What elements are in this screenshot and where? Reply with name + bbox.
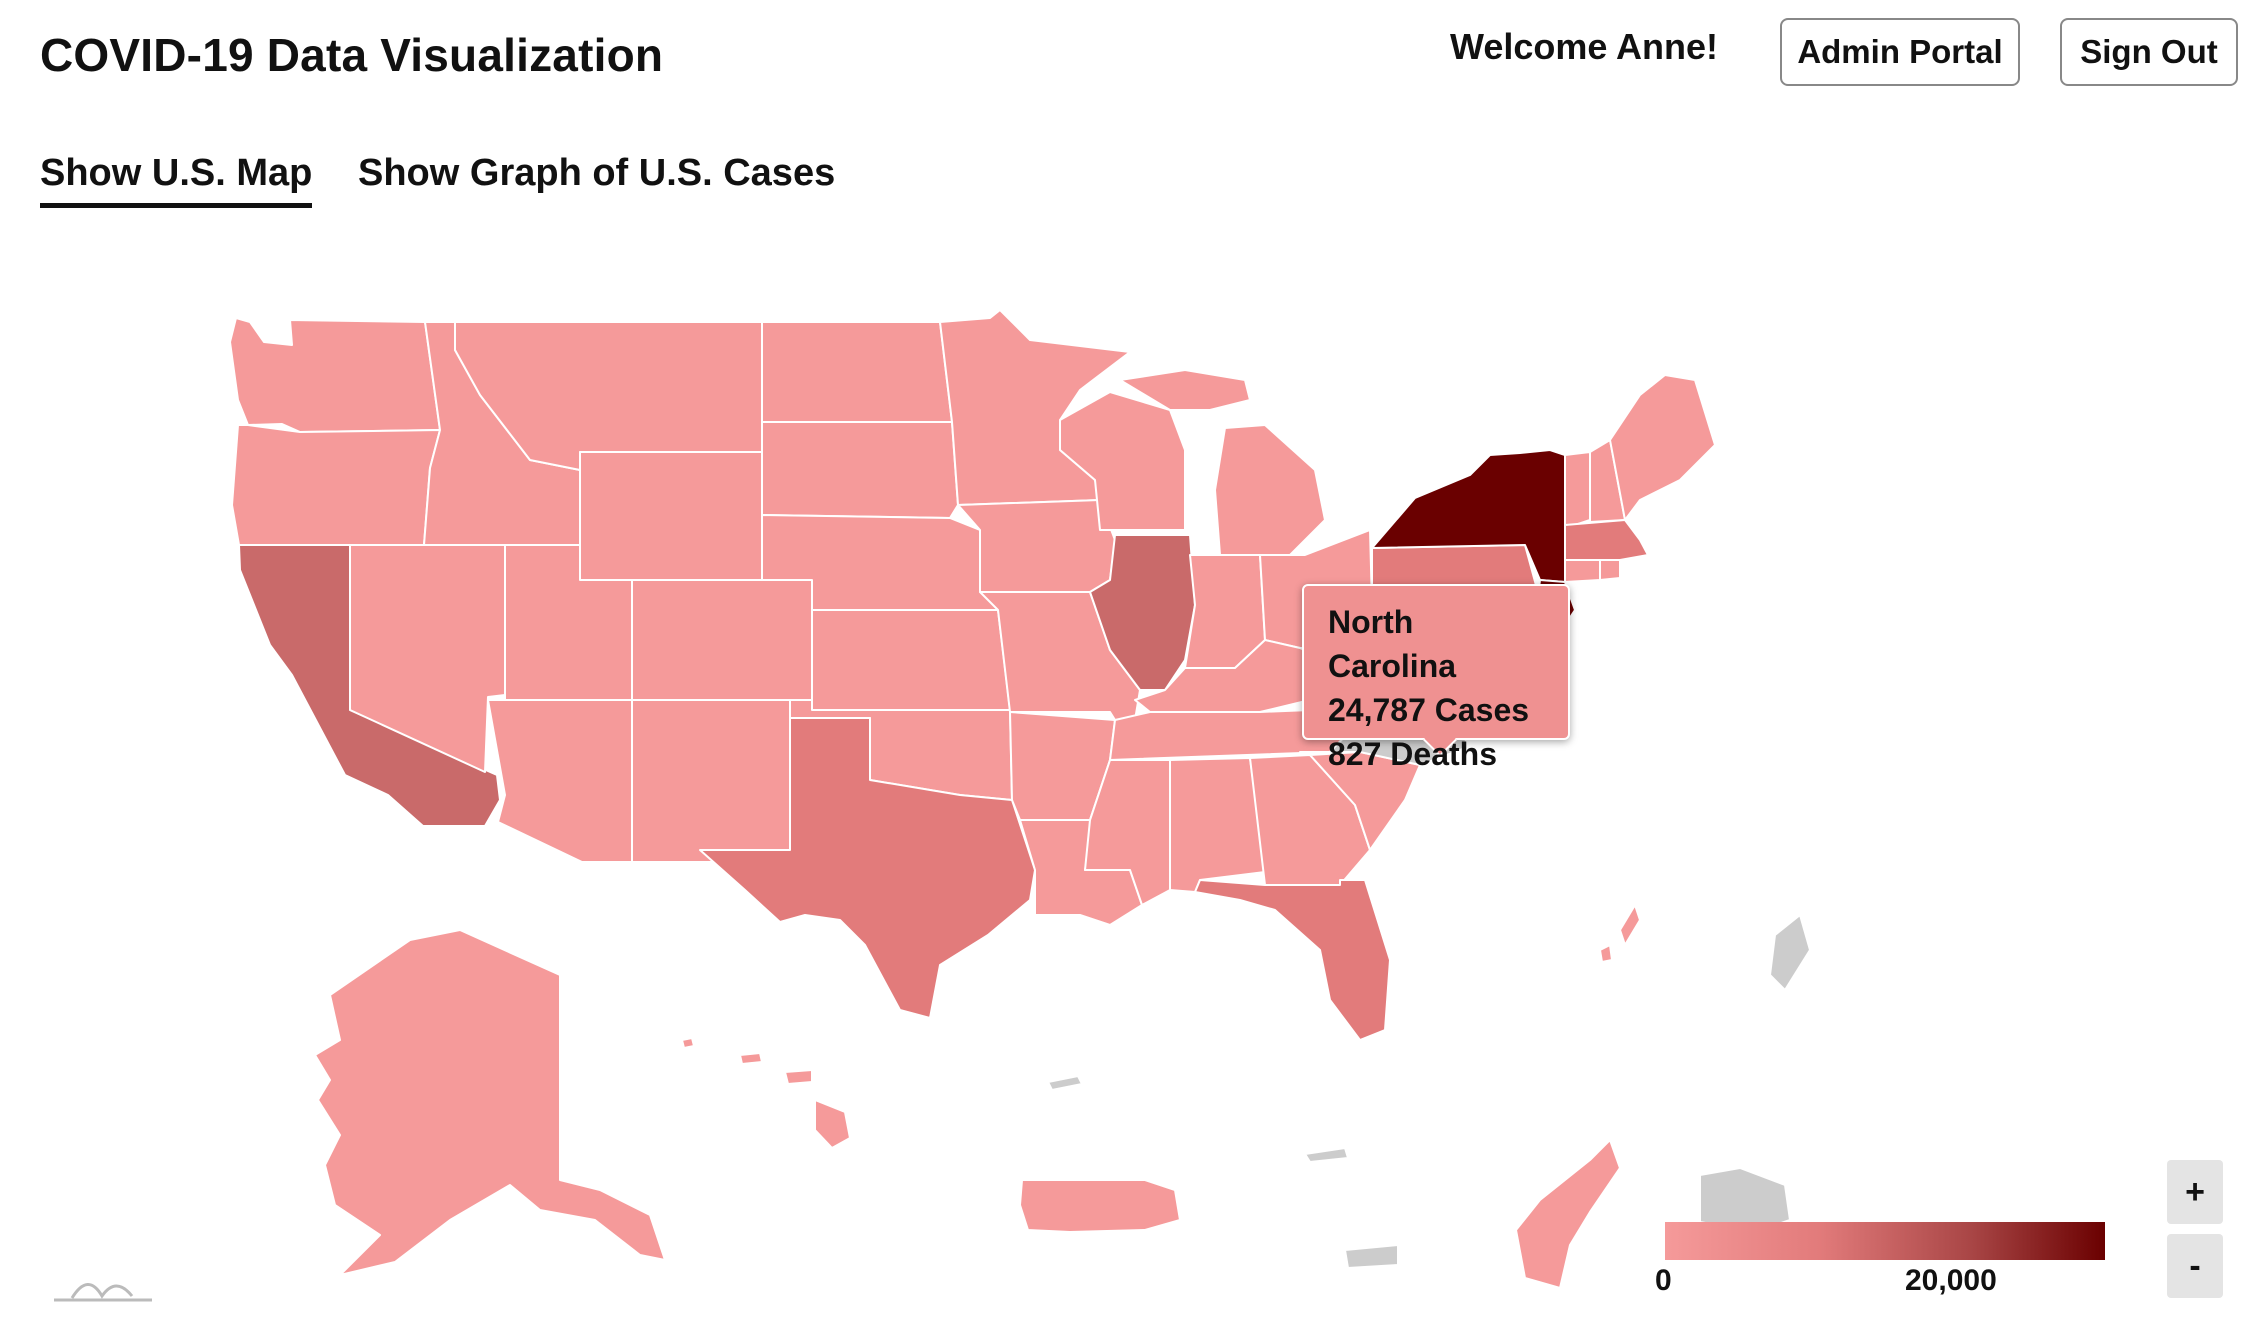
territory-puerto-rico[interactable] <box>1019 1179 1181 1233</box>
tooltip-cases: 24,787 Cases <box>1328 692 1530 728</box>
state-arizona[interactable] <box>487 699 633 863</box>
zoom-in-button[interactable]: + <box>2167 1160 2223 1224</box>
state-vermont[interactable] <box>1564 451 1591 526</box>
islands-bahamas[interactable] <box>1047 1075 1349 1163</box>
state-massachusetts[interactable] <box>1564 519 1649 561</box>
tooltip-deaths: 827 Deaths <box>1328 736 1497 772</box>
state-rhode-island[interactable] <box>1599 559 1621 581</box>
state-north-dakota[interactable] <box>761 321 953 423</box>
territory-northern-mariana-islands[interactable] <box>1599 904 1641 963</box>
us-map <box>229 309 1811 1289</box>
state-south-dakota[interactable] <box>761 421 959 519</box>
state-alaska[interactable] <box>314 929 666 1276</box>
state-tooltip: North Carolina 24,787 Cases 827 Deaths <box>1302 584 1570 772</box>
state-colorado[interactable] <box>631 579 813 701</box>
map-library-logo-icon[interactable] <box>52 1268 162 1308</box>
zoom-out-button[interactable]: - <box>2167 1234 2223 1298</box>
legend-max-label: 20,000 <box>1905 1264 1997 1297</box>
territory-us-virgin-islands[interactable] <box>1344 1244 1399 1269</box>
territory-guam[interactable] <box>1515 1139 1621 1289</box>
state-wyoming[interactable] <box>579 451 763 581</box>
state-alabama[interactable] <box>1169 757 1266 893</box>
tooltip-state-name: North Carolina <box>1328 604 1457 684</box>
state-washington[interactable] <box>229 317 441 433</box>
territory-micronesia[interactable] <box>1769 914 1811 991</box>
state-iowa[interactable] <box>957 499 1116 593</box>
state-new-mexico[interactable] <box>631 699 791 863</box>
legend-gradient-bar <box>1665 1222 2105 1260</box>
state-florida[interactable] <box>1194 879 1391 1041</box>
state-maine[interactable] <box>1609 374 1716 521</box>
state-hawaii[interactable] <box>681 1037 851 1149</box>
state-kansas[interactable] <box>811 609 1011 711</box>
state-connecticut[interactable] <box>1564 559 1601 583</box>
legend-min-label: 0 <box>1655 1264 1672 1297</box>
state-oregon[interactable] <box>231 424 441 546</box>
